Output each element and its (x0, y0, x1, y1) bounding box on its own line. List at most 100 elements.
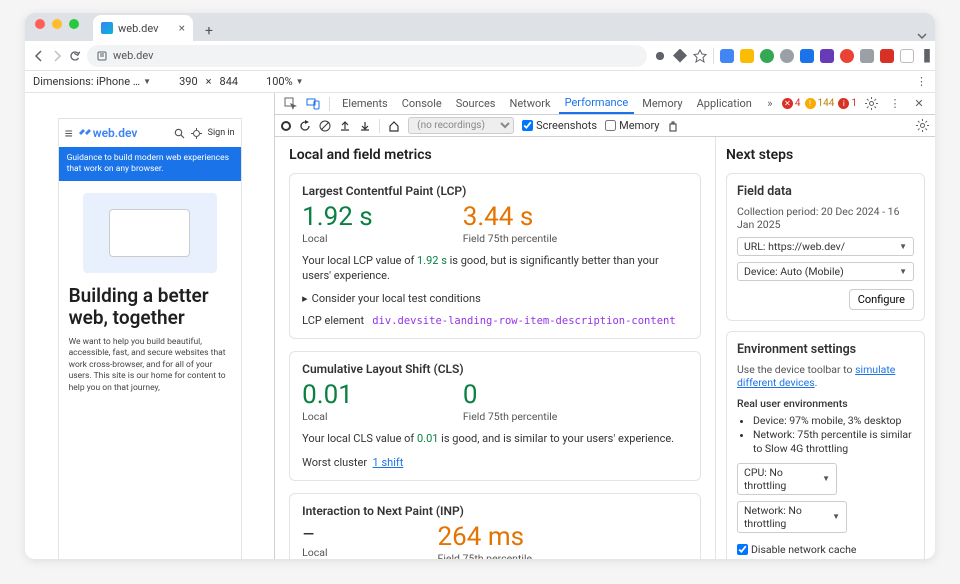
lcp-local-value: 1.92 s (302, 204, 373, 230)
gc-icon[interactable] (667, 120, 679, 132)
search-icon[interactable] (174, 128, 185, 139)
device-mode-icon[interactable] (303, 97, 323, 111)
record-icon[interactable] (281, 121, 291, 131)
ext-8-icon[interactable] (860, 49, 874, 63)
divider (329, 97, 330, 111)
ext-7-icon[interactable] (840, 49, 854, 63)
ext-9-icon[interactable] (880, 49, 894, 63)
menu-icon[interactable]: ≡ (65, 125, 73, 142)
cls-worst-link[interactable]: 1 shift (373, 456, 404, 469)
panel-settings-icon[interactable] (916, 119, 929, 132)
back-button[interactable] (33, 50, 45, 62)
cls-field-label: Field 75th percentile (463, 410, 558, 423)
performance-toolbar: (no recordings) Screenshots Memory (275, 115, 935, 137)
url-field[interactable]: web.dev (87, 45, 647, 67)
lcp-description: Your local LCP value of 1.92 s is good, … (302, 253, 688, 284)
url-select[interactable]: URL: https://web.dev/▼ (737, 237, 914, 256)
real-user-heading: Real user environments (737, 397, 914, 410)
ext-1-icon[interactable] (720, 49, 734, 63)
ext-2-icon[interactable] (740, 49, 754, 63)
tab-sources[interactable]: Sources (450, 93, 502, 114)
cls-worst-row: Worst cluster 1 shift (302, 455, 688, 470)
address-bar: web.dev ⋮ (25, 41, 935, 71)
ext-3-icon[interactable] (760, 49, 774, 63)
tab-console[interactable]: Console (396, 93, 448, 114)
configure-button[interactable]: Configure (849, 289, 914, 310)
chevron-down-icon: ▼ (822, 474, 830, 483)
lcp-local-label: Local (302, 232, 373, 245)
chevron-down-icon: ▼ (296, 77, 304, 86)
tab-performance[interactable]: Performance (559, 93, 635, 114)
device-select[interactable]: Device: Auto (Mobile)▼ (737, 262, 914, 281)
settings-icon[interactable] (861, 97, 881, 110)
device-toolbar: Dimensions: iPhone … ▼ 390 × 844 100% ▼ … (25, 71, 935, 93)
signin-link[interactable]: Sign in (208, 128, 235, 138)
messages-badge[interactable]: i1 (838, 98, 857, 109)
site-info-icon[interactable] (97, 51, 107, 61)
lcp-element-link[interactable]: div.devsite-landing-row-item-description… (372, 315, 675, 327)
tab-close-icon[interactable]: × (179, 21, 185, 35)
theme-icon[interactable] (191, 128, 202, 139)
download-icon[interactable] (359, 120, 371, 132)
zoom-select[interactable]: 100% ▼ (266, 75, 304, 88)
lcp-element-row: LCP element div.devsite-landing-row-item… (302, 313, 688, 329)
chevron-down-icon: ▼ (143, 77, 151, 86)
viewport-width[interactable]: 390 (179, 75, 198, 88)
network-throttle-select[interactable]: Network: No throttling▼ (737, 501, 847, 533)
install-icon[interactable] (653, 49, 667, 63)
field-data-title: Field data (737, 184, 914, 199)
inp-title: Interaction to Next Paint (INP) (302, 504, 688, 518)
device-toolbar-menu-icon[interactable]: ⋮ (916, 75, 927, 88)
devtools-close-icon[interactable]: ✕ (909, 97, 929, 110)
memory-checkbox[interactable]: Memory (605, 119, 659, 132)
device-select[interactable]: Dimensions: iPhone … ▼ (33, 75, 151, 88)
ext-11-icon[interactable] (920, 49, 934, 63)
lcp-disclosure[interactable]: ▸ Consider your local test conditions (302, 292, 688, 305)
more-tabs-icon[interactable]: » (760, 97, 780, 110)
tab-elements[interactable]: Elements (336, 93, 394, 114)
window-zoom[interactable] (69, 19, 79, 29)
ext-5-icon[interactable] (800, 49, 814, 63)
window-close[interactable] (35, 19, 45, 29)
tabs-dropdown-icon[interactable] (917, 31, 935, 41)
inspect-icon[interactable] (281, 97, 301, 111)
environment-title: Environment settings (737, 342, 914, 357)
disable-cache-checkbox[interactable]: Disable network cache (737, 543, 914, 556)
cls-local-value: 0.01 (302, 382, 353, 408)
errors-badge[interactable]: ✕4 (782, 98, 801, 109)
ext-6-icon[interactable] (820, 49, 834, 63)
reload-record-icon[interactable] (299, 120, 311, 132)
cpu-throttle-select[interactable]: CPU: No throttling▼ (737, 463, 837, 495)
bookmark-icon[interactable] (693, 49, 707, 63)
lcp-card: Largest Contentful Paint (LCP) 1.92 s Lo… (289, 173, 701, 339)
extension-icons: ⋮ (653, 46, 935, 65)
reload-button[interactable] (69, 50, 81, 62)
next-steps-title: Next steps (726, 147, 925, 163)
tab-application[interactable]: Application (691, 93, 758, 114)
chevron-down-icon: ▼ (832, 512, 840, 521)
next-steps-column: Next steps Field data Collection period:… (715, 137, 935, 559)
tab-network[interactable]: Network (503, 93, 556, 114)
ext-4-icon[interactable] (780, 49, 794, 63)
screenshots-checkbox[interactable]: Screenshots (522, 119, 597, 132)
upload-icon[interactable] (339, 120, 351, 132)
new-tab-button[interactable]: + (199, 21, 219, 41)
clear-icon[interactable] (319, 120, 331, 132)
window-minimize[interactable] (52, 19, 62, 29)
devtools-menu-icon[interactable]: ⋮ (885, 97, 905, 110)
site-logo[interactable]: web.dev (79, 126, 138, 140)
tab-memory[interactable]: Memory (636, 93, 688, 114)
collection-period: Collection period: 20 Dec 2024 - 16 Jan … (737, 205, 914, 231)
tab-title: web.dev (118, 22, 158, 35)
page-content[interactable]: ≡ web.dev Sign in Guidance to build mode… (59, 119, 241, 559)
viewport-height[interactable]: 844 (220, 75, 239, 88)
home-icon[interactable] (388, 120, 400, 132)
forward-button[interactable] (51, 50, 63, 62)
warnings-badge[interactable]: !144 (805, 98, 835, 109)
recordings-select[interactable]: (no recordings) (408, 117, 514, 134)
browser-tab[interactable]: web.dev × (93, 15, 193, 41)
ext-10-icon[interactable] (900, 49, 914, 63)
chevron-down-icon: ▼ (899, 267, 907, 276)
favicon-icon (101, 22, 113, 34)
extensions-icon[interactable] (673, 49, 687, 63)
